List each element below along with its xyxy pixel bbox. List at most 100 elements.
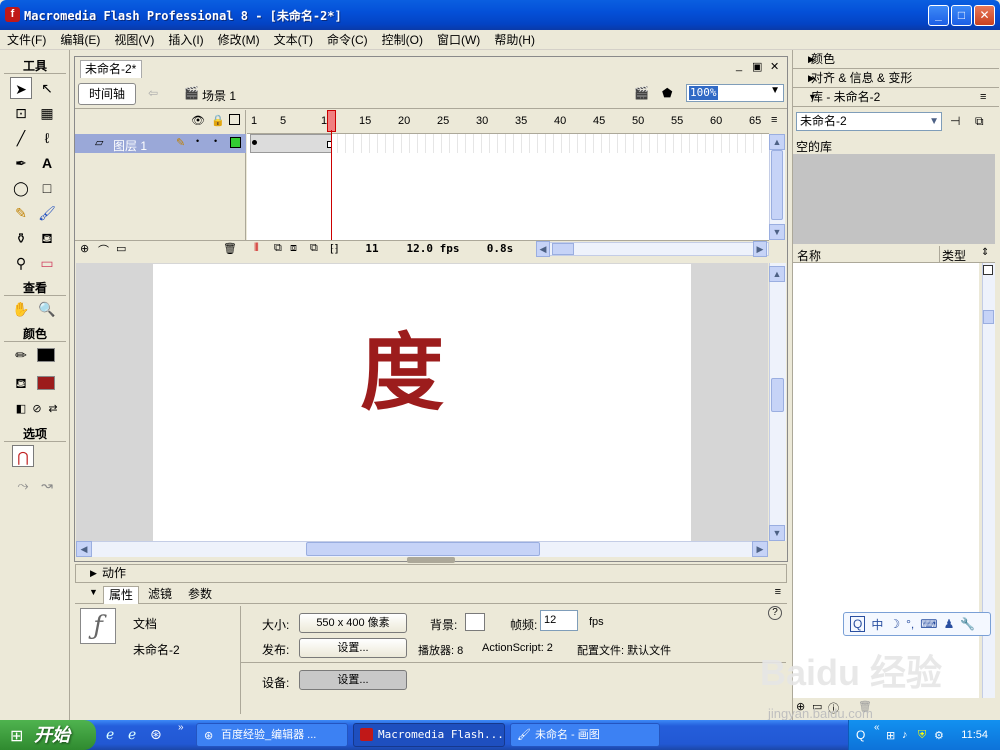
stage-text-object[interactable]: 度 bbox=[360, 325, 444, 421]
panel-collapse-handle[interactable] bbox=[407, 557, 455, 563]
help-icon[interactable]: ? bbox=[768, 606, 782, 620]
timeline-h-thumb[interactable] bbox=[552, 243, 574, 255]
panel-menu-icon[interactable]: ≡ bbox=[775, 586, 781, 598]
task-paint[interactable]: 未命名 - 画图 bbox=[510, 723, 660, 747]
scroll-up-icon[interactable]: ▲ bbox=[769, 266, 785, 282]
task-browser[interactable]: 百度经验_编辑器 ... bbox=[196, 723, 348, 747]
panel-menu-icon[interactable]: ≡ bbox=[980, 91, 986, 103]
network-icon[interactable]: ⊞ bbox=[886, 729, 895, 742]
doc-close-icon[interactable]: ✕ bbox=[770, 60, 779, 73]
flash-icon[interactable]: f bbox=[5, 7, 20, 22]
text-tool-icon[interactable]: A bbox=[36, 152, 58, 174]
browser-icon[interactable]: ⊛ bbox=[150, 726, 162, 743]
menu-control[interactable]: 控制(O) bbox=[375, 30, 430, 49]
layer-name[interactable]: 图层 1 bbox=[113, 137, 147, 154]
publish-settings-button[interactable]: 设置... bbox=[299, 638, 407, 658]
lasso-tool-icon[interactable]: ℓ bbox=[36, 127, 58, 149]
library-panel-header[interactable]: 库 - 未命名-2 bbox=[793, 88, 999, 107]
hand-tool-icon[interactable]: ✋ bbox=[10, 298, 32, 320]
menu-view[interactable]: 视图(V) bbox=[107, 30, 161, 49]
scroll-right-icon[interactable]: ▶ bbox=[752, 541, 768, 557]
add-guide-icon[interactable]: ⌒ bbox=[98, 242, 109, 258]
zoom-tool-icon[interactable]: 🔍 bbox=[36, 298, 58, 320]
menu-insert[interactable]: 插入(I) bbox=[161, 30, 210, 49]
pen-tool-icon[interactable]: ✒ bbox=[10, 152, 32, 174]
ime-menu-icon[interactable]: ♟ bbox=[944, 617, 955, 631]
ie-icon[interactable]: ℯ bbox=[128, 726, 136, 743]
document-tab[interactable]: 未命名-2* bbox=[80, 60, 142, 78]
clock[interactable]: 11:54 bbox=[961, 729, 988, 741]
background-color-swatch[interactable] bbox=[465, 613, 485, 631]
sort-icon[interactable]: ⇕ bbox=[981, 247, 989, 258]
close-button[interactable]: ✕ bbox=[974, 5, 995, 26]
center-frame-icon[interactable]: ⦀ bbox=[254, 242, 259, 255]
actions-panel-header[interactable]: ▶ 动作 bbox=[75, 564, 787, 583]
smooth-icon[interactable]: ⤳ bbox=[12, 474, 34, 496]
layer-color-swatch[interactable] bbox=[230, 137, 241, 148]
lock-icon[interactable]: 🔒 bbox=[211, 114, 225, 127]
gradient-transform-tool-icon[interactable]: ▦ bbox=[36, 102, 58, 124]
tray-app-icon[interactable]: ⚙ bbox=[934, 729, 944, 742]
align-panel-header[interactable]: 对齐 & 信息 & 变形 bbox=[793, 69, 999, 88]
ie-icon[interactable]: ℯ bbox=[106, 726, 114, 743]
playhead[interactable] bbox=[327, 110, 336, 132]
trash-icon[interactable]: 🗑 bbox=[223, 242, 237, 255]
add-layer-icon[interactable]: ⊕ bbox=[80, 242, 89, 255]
add-folder-icon[interactable]: ▭ bbox=[116, 242, 126, 255]
scroll-right-icon[interactable]: ▶ bbox=[753, 241, 767, 257]
onion-markers-icon[interactable]: ⁅⁆ bbox=[330, 242, 339, 255]
rectangle-tool-icon[interactable]: □ bbox=[36, 177, 58, 199]
pin-icon[interactable]: ⊣ bbox=[950, 114, 960, 128]
subselect-tool-icon[interactable]: ↖ bbox=[36, 77, 58, 99]
menu-text[interactable]: 文本(T) bbox=[267, 30, 320, 49]
arrow-tool-icon[interactable]: ➤ bbox=[10, 77, 32, 99]
paint-bucket-tool-icon[interactable]: ⛾ bbox=[36, 227, 58, 249]
zoom-select[interactable]: 100% ▼ bbox=[686, 84, 784, 102]
timeline-menu-icon[interactable]: ≡ bbox=[771, 114, 777, 126]
doc-minimize-icon[interactable]: _ bbox=[736, 60, 742, 72]
menu-commands[interactable]: 命令(C) bbox=[320, 30, 375, 49]
straighten-icon[interactable]: ↝ bbox=[36, 474, 58, 496]
oval-tool-icon[interactable]: ◯ bbox=[10, 177, 32, 199]
line-tool-icon[interactable]: ╱ bbox=[10, 127, 32, 149]
frame-rate-input[interactable]: 12 bbox=[540, 610, 578, 631]
outline-icon[interactable] bbox=[229, 114, 240, 125]
triangle-down-icon[interactable]: ▼ bbox=[89, 587, 98, 597]
ime-chinese-mode[interactable]: 中 bbox=[871, 616, 883, 633]
menu-help[interactable]: 帮助(H) bbox=[487, 30, 542, 49]
tab-parameters[interactable]: 参数 bbox=[183, 586, 217, 604]
edit-scene-icon[interactable]: 🎬 bbox=[634, 86, 649, 100]
onion-skin-icon[interactable]: ⧉ bbox=[274, 242, 282, 255]
scroll-left-icon[interactable]: ◀ bbox=[76, 541, 92, 557]
library-select[interactable]: 未命名-2 ▼ bbox=[796, 112, 942, 131]
ime-punctuation-icon[interactable]: °, bbox=[906, 617, 914, 631]
keyframe[interactable] bbox=[252, 140, 257, 145]
timeline-button[interactable]: 时间轴 bbox=[78, 83, 136, 105]
tab-filters[interactable]: 滤镜 bbox=[143, 586, 177, 604]
minimize-button[interactable]: _ bbox=[928, 5, 949, 26]
frame-ruler[interactable]: 1 5 10 15 20 25 30 35 40 45 50 55 60 65 bbox=[247, 110, 769, 134]
menu-window[interactable]: 窗口(W) bbox=[430, 30, 487, 49]
color-panel-header[interactable]: 颜色 bbox=[793, 50, 999, 69]
column-type[interactable]: 类型 bbox=[942, 247, 966, 264]
visible-dot-icon[interactable]: • bbox=[196, 136, 199, 146]
pencil-tool-icon[interactable]: ✎ bbox=[10, 202, 32, 224]
tray-expand-icon[interactable]: « bbox=[874, 722, 880, 733]
swap-colors-icon[interactable]: ⇄ bbox=[42, 398, 64, 420]
edit-multiple-icon[interactable]: ⧉ bbox=[310, 242, 318, 255]
scroll-down-icon[interactable]: ▼ bbox=[769, 224, 785, 240]
ime-keyboard-icon[interactable]: ⌨ bbox=[920, 617, 937, 631]
maximize-button[interactable]: □ bbox=[951, 5, 972, 26]
doc-restore-icon[interactable]: ▣ bbox=[752, 60, 762, 73]
menu-modify[interactable]: 修改(M) bbox=[211, 30, 267, 49]
ime-toolbar[interactable]: Q 中 ☽ °, ⌨ ♟ 🔧 bbox=[843, 612, 991, 636]
brush-tool-icon[interactable]: 🖌 bbox=[36, 202, 58, 224]
stage-v-thumb[interactable] bbox=[771, 378, 784, 412]
timeline-v-thumb[interactable] bbox=[771, 150, 783, 220]
menu-file[interactable]: 文件(F) bbox=[0, 30, 53, 49]
stroke-color-swatch[interactable] bbox=[37, 348, 55, 362]
scroll-left-icon[interactable]: ◀ bbox=[536, 241, 550, 257]
device-settings-button[interactable]: 设置... bbox=[299, 670, 407, 690]
ime-logo-icon[interactable]: Q bbox=[850, 616, 866, 632]
eye-icon[interactable]: 👁 bbox=[191, 114, 205, 127]
